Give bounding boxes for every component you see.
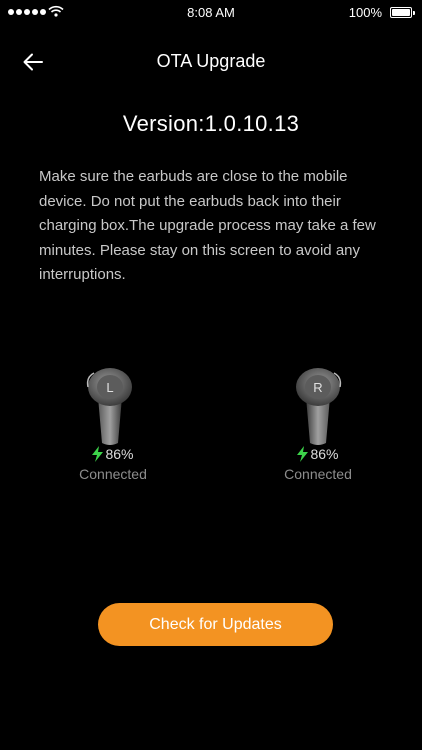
battery-icon xyxy=(390,7,415,18)
page-title: OTA Upgrade xyxy=(156,51,266,71)
upgrade-notice: Make sure the earbuds are close to the m… xyxy=(39,168,376,283)
check-for-updates-button[interactable]: Check for Updates xyxy=(98,603,333,646)
right-earbud-letter: R xyxy=(313,380,322,395)
right-battery: 86% xyxy=(248,446,388,462)
right-earbud-icon: R xyxy=(296,368,342,445)
firmware-version: Version:1.0.10.13 xyxy=(122,111,300,136)
left-earbud: L 86% Connected xyxy=(43,367,183,487)
navigation-bar: OTA Upgrade xyxy=(0,40,422,84)
left-earbud-icon: L xyxy=(86,368,132,445)
left-earbud-letter: L xyxy=(106,380,113,395)
right-earbud: R 86% Connected xyxy=(248,367,388,487)
charging-bolt-icon xyxy=(297,446,309,462)
charging-bolt-icon xyxy=(92,446,104,462)
right-connection-status: Connected xyxy=(284,466,352,482)
left-battery-value: 86% xyxy=(105,446,134,462)
left-connection-status: Connected xyxy=(79,466,147,482)
status-bar: 8:08 AM 100% xyxy=(0,0,422,28)
right-battery-value: 86% xyxy=(310,446,339,462)
left-battery: 86% xyxy=(43,446,183,462)
battery-percent: 100% xyxy=(348,5,382,20)
